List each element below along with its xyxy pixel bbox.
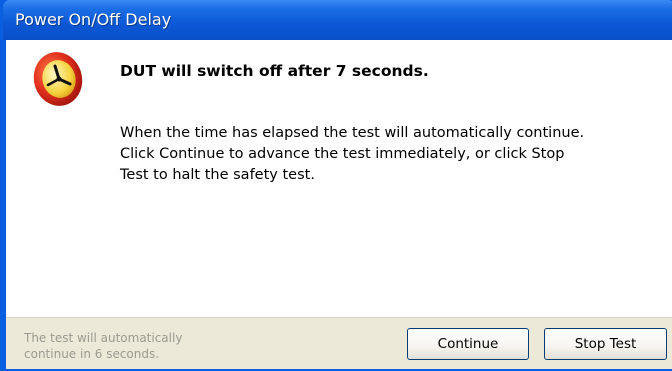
- dialog-heading: DUT will switch off after 7 seconds.: [120, 62, 429, 80]
- clock-icon: [33, 52, 83, 106]
- message-line: When the time has elapsed the test will …: [120, 125, 585, 141]
- title-bar[interactable]: Power On/Off Delay: [3, 0, 672, 40]
- status-line: The test will automatically: [24, 331, 183, 345]
- continue-button[interactable]: Continue: [407, 328, 529, 360]
- dialog-window: Power On/Off Delay DUT will switch off a…: [0, 0, 672, 371]
- dialog-message: When the time has elapsed the test will …: [120, 123, 660, 186]
- status-line: continue in 6 seconds.: [24, 347, 160, 361]
- message-line: Click Continue to advance the test immed…: [120, 146, 565, 162]
- dialog-content: DUT will switch off after 7 seconds. Whe…: [6, 40, 672, 317]
- dialog-footer: The test will automatically continue in …: [6, 317, 672, 369]
- countdown-status: The test will automatically continue in …: [24, 330, 224, 362]
- stop-test-button[interactable]: Stop Test: [544, 328, 667, 360]
- window-title: Power On/Off Delay: [15, 10, 172, 29]
- message-line: Test to halt the safety test.: [120, 167, 315, 183]
